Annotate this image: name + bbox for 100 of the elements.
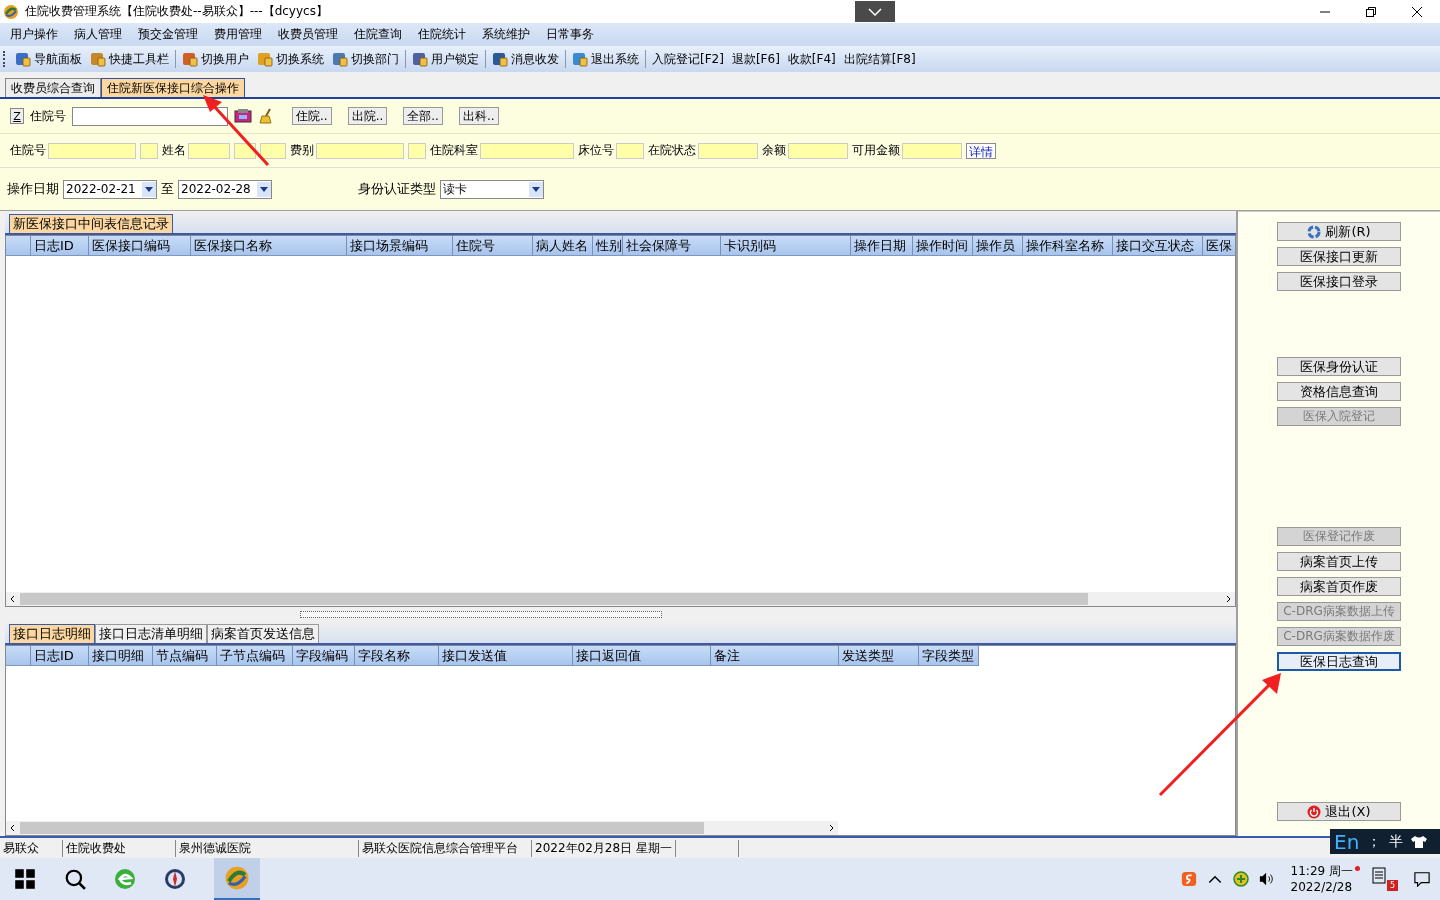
menu-item[interactable]: 用户操作 xyxy=(2,26,66,43)
info-field[interactable] xyxy=(902,142,962,159)
toolbar-button[interactable]: 导航面板 xyxy=(11,48,86,70)
filter-button[interactable]: 住院.. xyxy=(292,107,332,125)
toolbar-button[interactable]: 快捷工具栏 xyxy=(86,48,173,70)
menu-item[interactable]: 预交金管理 xyxy=(130,26,206,43)
card-reader-icon[interactable] xyxy=(234,108,252,124)
column-header[interactable]: 性别 xyxy=(593,236,623,256)
filter-button[interactable]: 全部.. xyxy=(403,107,443,125)
column-header[interactable]: 节点编码 xyxy=(153,646,217,666)
action-button[interactable]: 医保身份认证 xyxy=(1277,357,1401,376)
toolbar-button[interactable]: 入院登记[F2] xyxy=(648,48,728,70)
column-header[interactable]: 子节点编码 xyxy=(217,646,293,666)
column-header[interactable]: 字段编码 xyxy=(293,646,355,666)
info-field[interactable] xyxy=(140,142,158,159)
auth-type-dropdown[interactable]: 读卡 xyxy=(440,179,544,199)
speaker-icon[interactable] xyxy=(1258,871,1275,887)
column-header[interactable]: 医保 xyxy=(1203,236,1235,256)
menu-item[interactable]: 日常事务 xyxy=(538,26,602,43)
info-field[interactable] xyxy=(48,142,136,159)
action-button[interactable]: 医保日志查询 xyxy=(1277,652,1401,671)
admission-number-field[interactable] xyxy=(72,106,228,126)
toolbar-button[interactable]: 用户锁定 xyxy=(408,48,483,70)
column-header[interactable]: 备注 xyxy=(711,646,839,666)
toolbar-button[interactable]: 退出系统 xyxy=(568,48,643,70)
info-field[interactable] xyxy=(788,142,848,159)
column-header[interactable]: 字段类型 xyxy=(919,646,979,666)
horizontal-scrollbar[interactable] xyxy=(6,821,838,835)
toolbar-button[interactable]: 出院结算[F8] xyxy=(839,48,920,70)
notification-button[interactable]: 5 xyxy=(1372,867,1398,891)
taskbar-app[interactable] xyxy=(214,858,260,900)
search-icon[interactable] xyxy=(64,868,86,890)
column-header[interactable]: 日志ID xyxy=(31,236,89,256)
column-header[interactable]: 医保接口名称 xyxy=(191,236,347,256)
tab[interactable]: 接口日志清单明细 xyxy=(95,624,207,643)
ime-toolbar[interactable]: En ； 半 xyxy=(1330,829,1440,854)
column-header[interactable]: 接口发送值 xyxy=(439,646,573,666)
column-header[interactable]: 接口交互状态 xyxy=(1113,236,1203,256)
chat-icon[interactable] xyxy=(1414,871,1430,887)
tab[interactable]: 接口日志明细 xyxy=(9,624,95,643)
info-field[interactable] xyxy=(408,142,426,159)
menu-item[interactable]: 住院统计 xyxy=(410,26,474,43)
info-field[interactable] xyxy=(616,142,644,159)
splitter-handle[interactable] xyxy=(299,610,662,618)
browser-icon[interactable] xyxy=(114,868,136,890)
dropdown-button[interactable] xyxy=(854,1,895,22)
toolbar-button[interactable]: 切换部门 xyxy=(328,48,403,70)
toolbar-button[interactable]: 切换系统 xyxy=(253,48,328,70)
action-button[interactable]: 病案首页作废 xyxy=(1277,577,1401,596)
toolbar-button[interactable]: 消息收发 xyxy=(488,48,563,70)
compass-icon[interactable] xyxy=(164,868,186,890)
menu-item[interactable]: 住院查询 xyxy=(346,26,410,43)
column-header[interactable]: 操作日期 xyxy=(851,236,913,256)
input-method-icon[interactable] xyxy=(1180,871,1197,887)
column-header[interactable]: 接口场景编码 xyxy=(347,236,453,256)
info-field[interactable] xyxy=(260,142,286,159)
info-field[interactable] xyxy=(480,142,574,159)
filter-button[interactable]: 出院.. xyxy=(347,107,388,125)
info-field[interactable] xyxy=(316,142,404,159)
toolbar-button[interactable]: 切换用户 xyxy=(178,48,253,70)
menu-item[interactable]: 收费员管理 xyxy=(270,26,346,43)
column-header[interactable]: 操作员 xyxy=(973,236,1023,256)
action-button[interactable]: 刷新(R) xyxy=(1277,222,1401,241)
column-header[interactable]: 接口返回值 xyxy=(573,646,711,666)
action-button[interactable]: 医保接口登录 xyxy=(1277,272,1401,291)
column-header[interactable]: 住院号 xyxy=(453,236,533,256)
z-button[interactable]: Z xyxy=(10,108,24,124)
action-button[interactable]: 病案首页上传 xyxy=(1277,552,1401,571)
column-header[interactable]: 医保接口编码 xyxy=(89,236,191,256)
details-button[interactable]: 详情 xyxy=(966,142,996,159)
tab[interactable]: 住院新医保接口综合操作 xyxy=(101,78,245,97)
column-header[interactable]: 日志ID xyxy=(31,646,89,666)
column-header[interactable]: 卡识别码 xyxy=(721,236,851,256)
filter-button[interactable]: 出科.. xyxy=(458,107,499,125)
column-header[interactable]: 接口明细 xyxy=(89,646,153,666)
action-button[interactable]: 医保接口更新 xyxy=(1277,247,1401,266)
toolbar-button[interactable]: 收款[F4] xyxy=(783,48,840,70)
column-header[interactable]: 病人姓名 xyxy=(533,236,593,256)
clock[interactable]: 11:29 周一 2022/2/28 xyxy=(1290,863,1353,895)
toolbar-button[interactable]: 退款[F6] xyxy=(727,48,784,70)
date-dropdown[interactable]: 2022-02-21 xyxy=(63,179,157,199)
action-button[interactable]: 退出(X) xyxy=(1277,802,1401,821)
column-header[interactable]: 发送类型 xyxy=(839,646,919,666)
horizontal-scrollbar[interactable] xyxy=(6,592,1235,606)
date-dropdown[interactable]: 2022-02-28 xyxy=(178,179,272,199)
info-field[interactable] xyxy=(188,142,230,159)
tab[interactable]: 病案首页发送信息 xyxy=(207,624,319,643)
column-header[interactable]: 操作时间 xyxy=(913,236,973,256)
column-header[interactable]: 操作科室名称 xyxy=(1023,236,1113,256)
menu-item[interactable]: 系统维护 xyxy=(474,26,538,43)
start-icon[interactable] xyxy=(14,868,36,890)
tab[interactable]: 新医保接口中间表信息记录 xyxy=(9,214,173,233)
menu-item[interactable]: 病人管理 xyxy=(66,26,130,43)
action-button[interactable]: 资格信息查询 xyxy=(1277,382,1401,401)
column-header[interactable]: 社会保障号 xyxy=(623,236,721,256)
tab[interactable]: 收费员综合查询 xyxy=(5,78,101,97)
column-header[interactable]: 字段名称 xyxy=(355,646,439,666)
info-field[interactable] xyxy=(698,142,758,159)
plus-circle-icon[interactable] xyxy=(1232,871,1249,887)
menu-item[interactable]: 费用管理 xyxy=(206,26,270,43)
